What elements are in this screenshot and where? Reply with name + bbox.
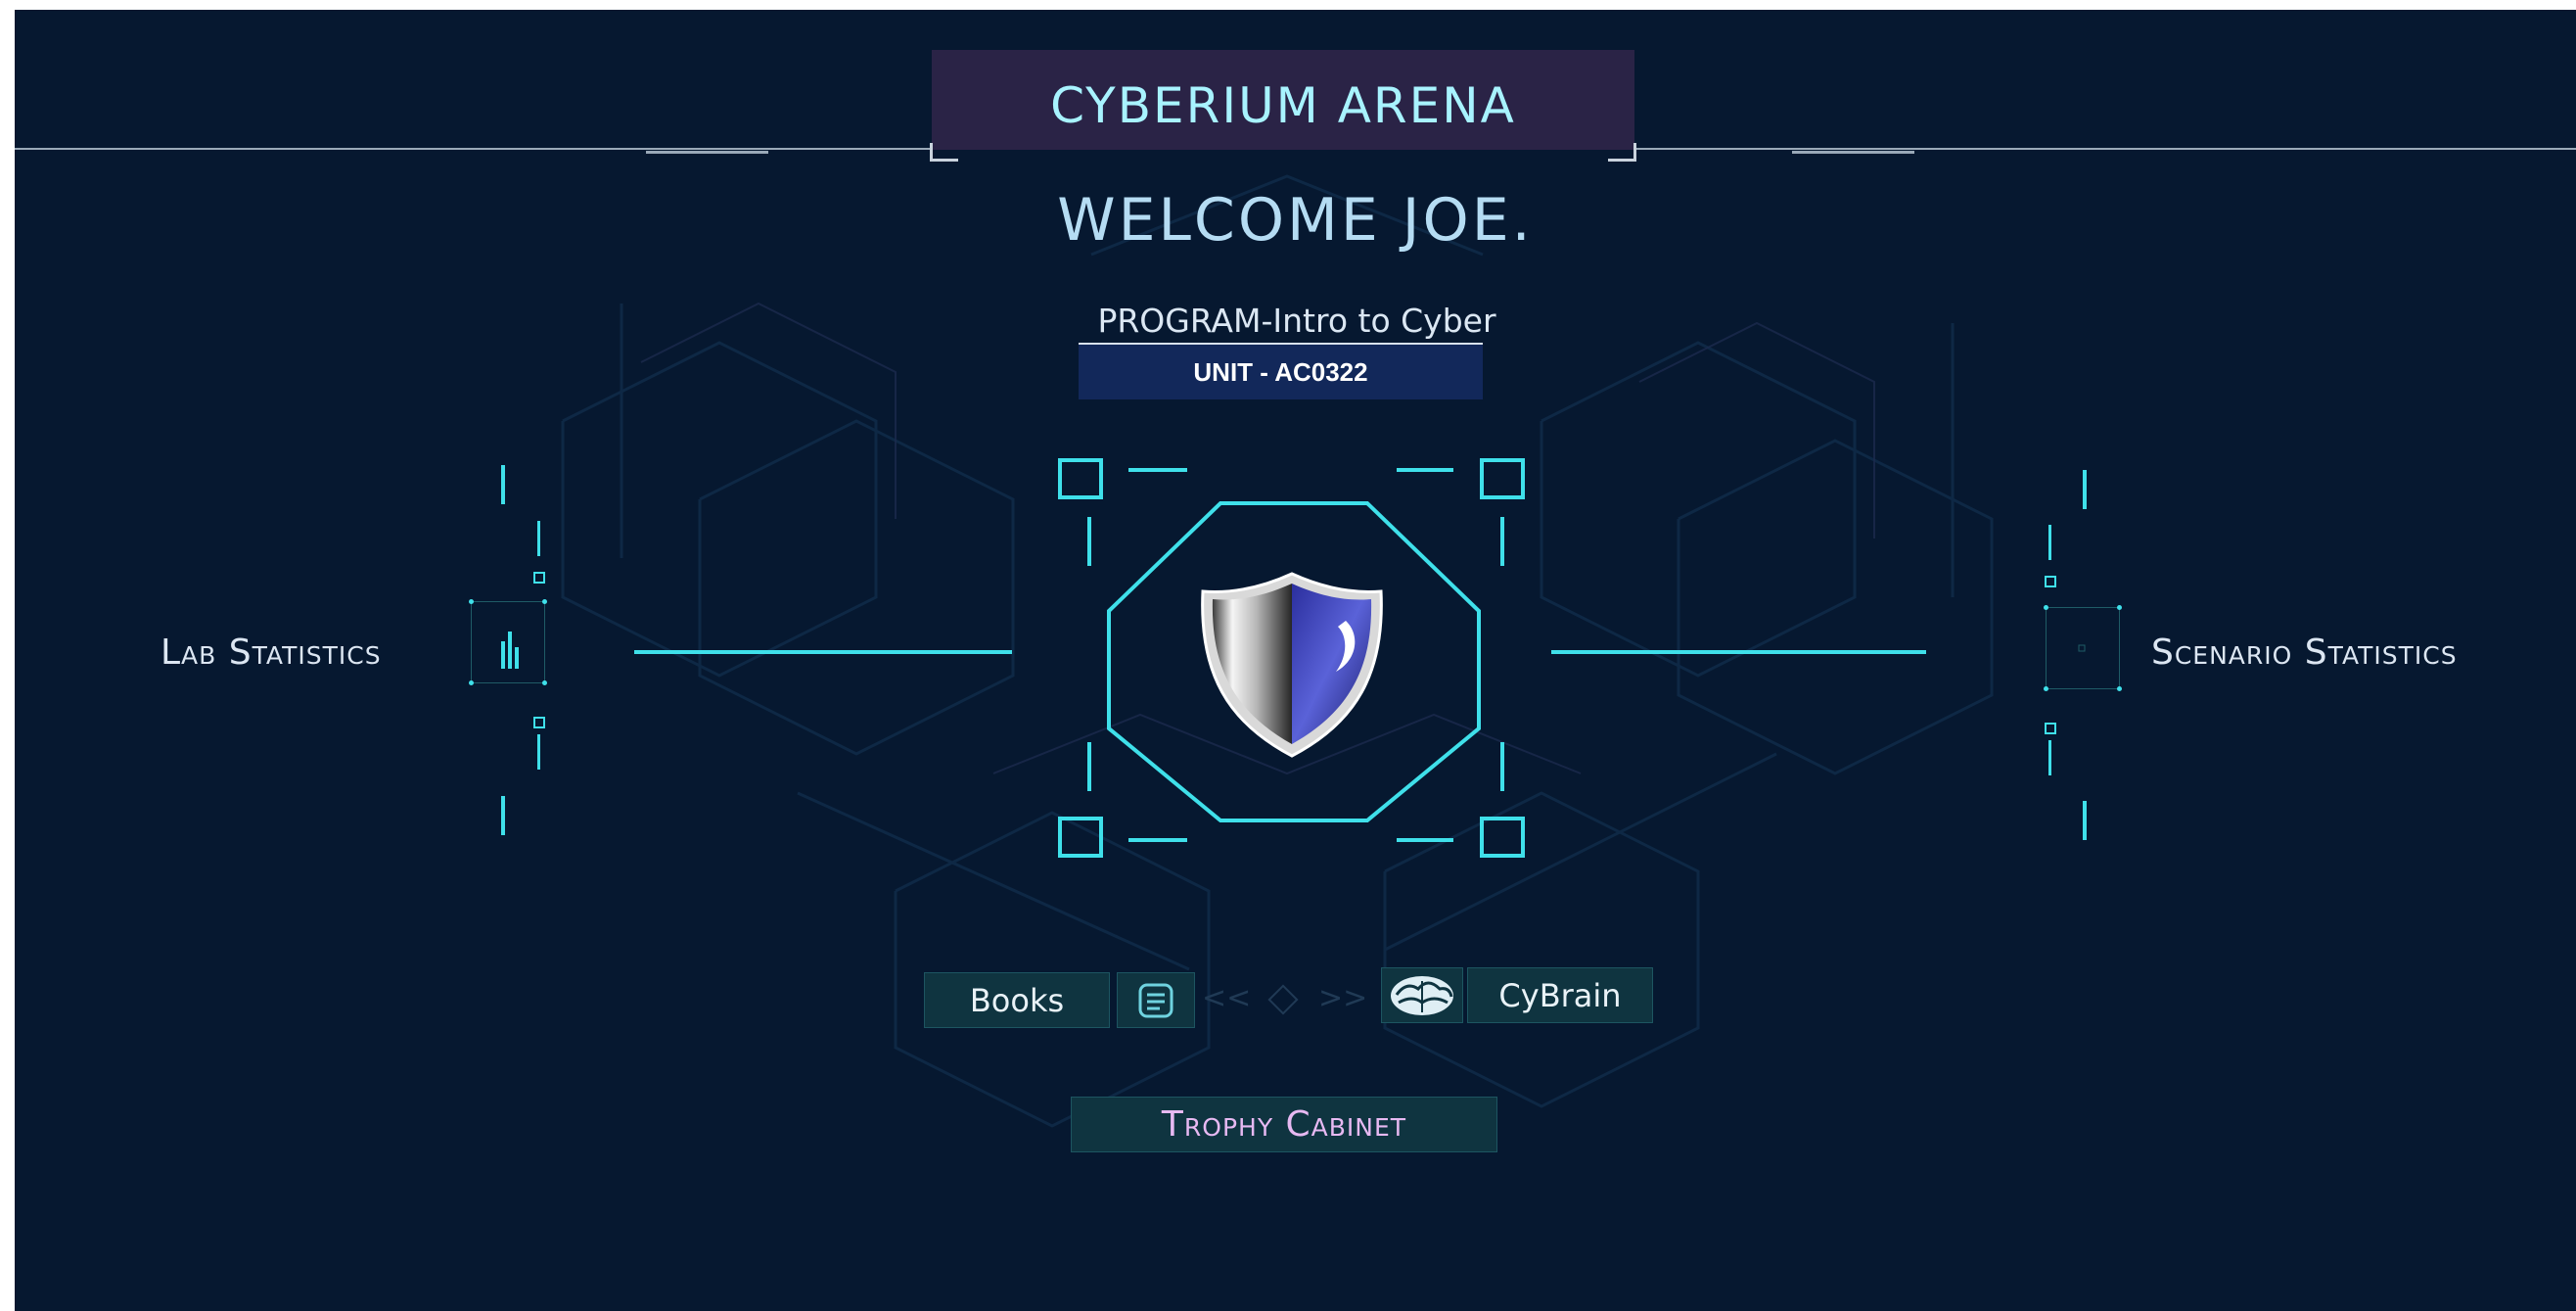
scenario-deco-node-top [2045, 576, 2056, 587]
book-icon [1138, 983, 1173, 1017]
corner-dot [2044, 605, 2048, 610]
welcome-heading: WELCOME JOE. [1057, 186, 1534, 255]
lab-deco-bar-bottom [501, 796, 505, 835]
corner-dot [469, 680, 474, 685]
trophy-cabinet-button[interactable]: Trophy Cabinet [1071, 1097, 1497, 1152]
unit-badge: UNIT - AC0322 [1079, 343, 1483, 399]
lab-connector-line [634, 650, 1012, 654]
lab-deco-tick-top [537, 521, 540, 556]
program-name: PROGRAM-Intro to Cyber [1097, 302, 1496, 340]
plate-corner-left [930, 143, 958, 162]
brain-icon [1391, 975, 1453, 1015]
lab-deco-node-top [533, 572, 545, 584]
scenario-statistics-button[interactable] [2044, 605, 2122, 691]
corner-dot [542, 599, 547, 604]
lab-statistics-label[interactable]: Lab Statistics [161, 632, 382, 673]
books-button[interactable]: Books [924, 972, 1110, 1028]
cybrain-icon-button[interactable] [1381, 967, 1463, 1023]
stats-box-icon [2078, 644, 2086, 652]
scenario-statistics-label[interactable]: Scenario Statistics [2151, 632, 2458, 673]
lab-deco-bar-top [501, 465, 505, 504]
lab-deco-node-bottom [533, 717, 545, 728]
corner-dot [2117, 686, 2122, 691]
arena-screen: CYBERIUM ARENA WELCOME JOE. PROGRAM-Intr… [15, 10, 2576, 1311]
title-plate: CYBERIUM ARENA [930, 50, 1636, 162]
header-accent-right [1792, 151, 1914, 154]
scenario-deco-tick-top [2048, 525, 2051, 560]
scenario-deco-tick-bottom [2048, 740, 2051, 775]
app-title: CYBERIUM ARENA [1050, 77, 1516, 134]
carousel-next[interactable]: >> [1318, 981, 1367, 1015]
corner-dot [2117, 605, 2122, 610]
cybrain-button[interactable]: CyBrain [1467, 967, 1653, 1023]
shield-icon[interactable] [1189, 566, 1395, 762]
scenario-deco-bar-top [2083, 470, 2087, 509]
carousel-prev[interactable]: << [1202, 981, 1251, 1015]
scenario-deco-bar-bottom [2083, 801, 2087, 840]
corner-dot [469, 599, 474, 604]
scenario-deco-node-bottom [2045, 723, 2056, 734]
books-icon-button[interactable] [1117, 972, 1195, 1028]
corner-dot [2044, 686, 2048, 691]
lab-deco-tick-bottom [537, 734, 540, 770]
bar-chart-icon [501, 632, 519, 669]
lab-statistics-button[interactable] [469, 599, 547, 685]
corner-dot [542, 680, 547, 685]
header-accent-left [646, 151, 768, 154]
scenario-connector-line [1551, 650, 1926, 654]
plate-corner-right [1608, 143, 1636, 162]
